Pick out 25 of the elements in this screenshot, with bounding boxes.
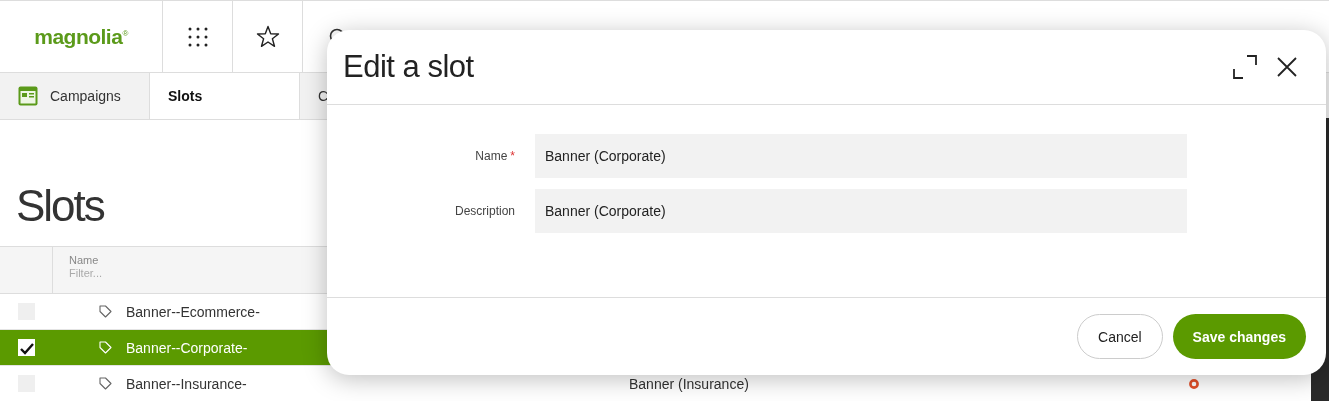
- star-icon: [255, 25, 280, 48]
- dialog-title: Edit a slot: [343, 49, 475, 85]
- tag-icon: [99, 377, 112, 390]
- required-marker: *: [510, 149, 515, 163]
- page-title: Slots: [16, 180, 104, 232]
- status-icon: [1189, 378, 1199, 389]
- table-cell: Banner--Ecommerce-: [126, 303, 260, 320]
- cancel-button[interactable]: Cancel: [1077, 314, 1163, 359]
- text-field[interactable]: Banner (Corporate): [535, 134, 1187, 178]
- close-icon[interactable]: [1276, 56, 1298, 78]
- table-cell: Banner--Corporate-: [126, 339, 248, 356]
- tag-icon: [99, 305, 112, 318]
- table-cell: Banner--Insurance-: [126, 375, 247, 392]
- tab[interactable]: Slots: [150, 73, 300, 119]
- maximize-icon[interactable]: [1232, 54, 1258, 80]
- field-label: Description: [454, 204, 515, 218]
- text-field[interactable]: Banner (Corporate): [535, 189, 1187, 233]
- magnolia-logo[interactable]: magnolia$^{®}$: [34, 24, 128, 49]
- field-label: Name: [475, 149, 508, 163]
- table-cell: Banner (Insurance): [629, 375, 749, 392]
- grid-icon: [186, 25, 209, 48]
- row-checkbox[interactable]: [18, 339, 35, 356]
- campaign-icon: [18, 86, 38, 106]
- filter-field[interactable]: Filter...: [69, 267, 189, 279]
- tag-icon: [99, 341, 112, 354]
